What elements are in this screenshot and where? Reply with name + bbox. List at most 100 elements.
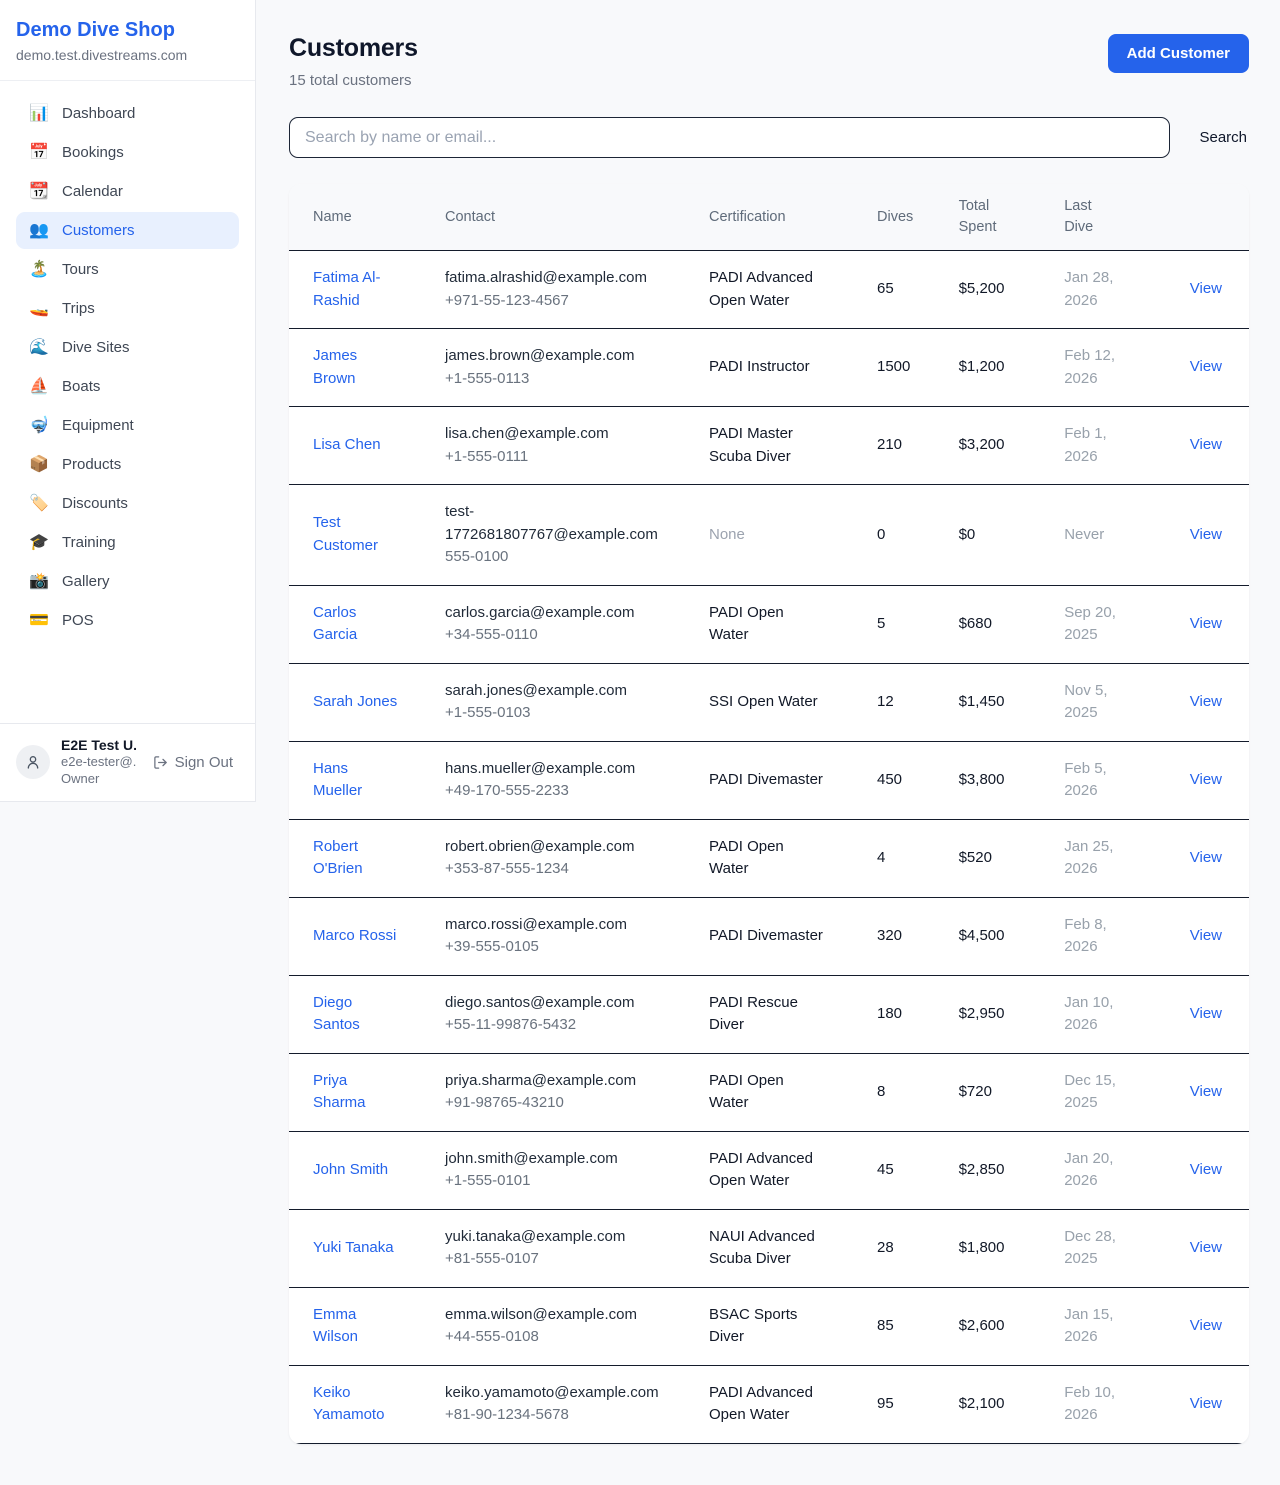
nav-icon: ⛵: [29, 379, 49, 395]
sidebar-item-discounts[interactable]: 🏷️ Discounts: [16, 485, 239, 522]
customer-name-link[interactable]: Test Customer: [313, 512, 399, 557]
user-email: e2e-tester@...: [61, 753, 136, 771]
search-button[interactable]: Search: [1197, 123, 1249, 152]
customer-name-link[interactable]: Keiko Yamamoto: [313, 1382, 399, 1427]
sidebar-item-equipment[interactable]: 🤿 Equipment: [16, 407, 239, 444]
customer-email: priya.sharma@example.com: [445, 1070, 657, 1093]
customer-dives: 95: [865, 1365, 947, 1443]
customer-certification: PADI Advanced Open Water: [709, 267, 825, 312]
customer-total-spent: $5,200: [947, 251, 1053, 329]
customer-certification: PADI Open Water: [709, 836, 825, 881]
view-link[interactable]: View: [1190, 436, 1222, 453]
customer-dives: 450: [865, 741, 947, 819]
shop-name: Demo Dive Shop: [16, 18, 239, 42]
sign-out-button[interactable]: Sign Out: [147, 753, 239, 772]
view-link[interactable]: View: [1190, 1239, 1222, 1256]
customer-last-dive: Dec 15, 2025: [1064, 1070, 1124, 1115]
customer-email: sarah.jones@example.com: [445, 680, 657, 703]
customer-name-link[interactable]: Carlos Garcia: [313, 602, 399, 647]
customer-total-spent: $3,800: [947, 741, 1053, 819]
customer-name-link[interactable]: Hans Mueller: [313, 758, 399, 803]
view-link[interactable]: View: [1190, 1395, 1222, 1412]
sidebar-item-tours[interactable]: 🏝️ Tours: [16, 251, 239, 288]
sidebar-item-training[interactable]: 🎓 Training: [16, 524, 239, 561]
search-input[interactable]: [289, 117, 1170, 158]
customer-last-dive: Nov 5, 2025: [1064, 680, 1124, 725]
nav-icon: 📸: [29, 574, 49, 590]
view-link[interactable]: View: [1190, 1161, 1222, 1178]
customer-name-link[interactable]: Marco Rossi: [313, 925, 396, 948]
customer-email: john.smith@example.com: [445, 1148, 657, 1171]
nav-icon: 🏝️: [29, 262, 49, 278]
customer-name-link[interactable]: Sarah Jones: [313, 691, 397, 714]
customer-last-dive: Jan 28, 2026: [1064, 267, 1124, 312]
add-customer-button[interactable]: Add Customer: [1108, 34, 1249, 73]
customer-name-link[interactable]: Lisa Chen: [313, 434, 381, 457]
view-link[interactable]: View: [1190, 693, 1222, 710]
user-section: E2E Test U... e2e-tester@... Owner Sign …: [0, 723, 255, 801]
view-link[interactable]: View: [1190, 358, 1222, 375]
user-info: E2E Test U... e2e-tester@... Owner: [61, 737, 136, 788]
customer-phone: +1-555-0111: [445, 446, 685, 469]
nav-icon: 📊: [29, 106, 49, 122]
table-row: Hans Mueller hans.mueller@example.com +4…: [289, 741, 1249, 819]
customer-name-link[interactable]: John Smith: [313, 1159, 388, 1182]
table-row: Yuki Tanaka yuki.tanaka@example.com +81-…: [289, 1209, 1249, 1287]
page-header: Customers 15 total customers Add Custome…: [289, 34, 1249, 89]
customer-certification: None: [709, 524, 745, 547]
customer-name-link[interactable]: Priya Sharma: [313, 1070, 399, 1115]
customer-dives: 1500: [865, 329, 947, 407]
customer-total-spent: $3,200: [947, 407, 1053, 485]
view-link[interactable]: View: [1190, 771, 1222, 788]
customer-certification: NAUI Advanced Scuba Diver: [709, 1226, 825, 1271]
sidebar-item-customers[interactable]: 👥 Customers: [16, 212, 239, 249]
view-link[interactable]: View: [1190, 280, 1222, 297]
customer-last-dive: Jan 10, 2026: [1064, 992, 1124, 1037]
sidebar-item-products[interactable]: 📦 Products: [16, 446, 239, 483]
view-link[interactable]: View: [1190, 615, 1222, 632]
sidebar-item-bookings[interactable]: 📅 Bookings: [16, 134, 239, 171]
view-link[interactable]: View: [1190, 1317, 1222, 1334]
customer-phone: +91-98765-43210: [445, 1092, 685, 1115]
customer-total-spent: $720: [947, 1053, 1053, 1131]
view-link[interactable]: View: [1190, 1005, 1222, 1022]
table-row: Test Customer test-1772681807767@example…: [289, 485, 1249, 586]
customer-email: james.brown@example.com: [445, 345, 657, 368]
table-row: Marco Rossi marco.rossi@example.com +39-…: [289, 897, 1249, 975]
customer-name-link[interactable]: Diego Santos: [313, 992, 399, 1037]
customer-name-link[interactable]: Yuki Tanaka: [313, 1237, 394, 1260]
table-row: Fatima Al-Rashid fatima.alrashid@example…: [289, 251, 1249, 329]
view-link[interactable]: View: [1190, 526, 1222, 543]
customer-total-spent: $1,200: [947, 329, 1053, 407]
view-link[interactable]: View: [1190, 927, 1222, 944]
customer-name-link[interactable]: Emma Wilson: [313, 1304, 399, 1349]
column-header-last-dive: Last Dive: [1052, 184, 1162, 251]
customer-email: test-1772681807767@example.com: [445, 501, 657, 546]
customer-name-link[interactable]: Robert O'Brien: [313, 836, 399, 881]
sidebar-item-boats[interactable]: ⛵ Boats: [16, 368, 239, 405]
view-link[interactable]: View: [1190, 849, 1222, 866]
sidebar-item-calendar[interactable]: 📆 Calendar: [16, 173, 239, 210]
customer-email: carlos.garcia@example.com: [445, 602, 657, 625]
customer-dives: 85: [865, 1287, 947, 1365]
customer-phone: +39-555-0105: [445, 936, 685, 959]
customer-total-spent: $0: [947, 485, 1053, 586]
sidebar-item-gallery[interactable]: 📸 Gallery: [16, 563, 239, 600]
customer-phone: +81-555-0107: [445, 1248, 685, 1271]
customers-table-card: Name Contact Certification Dives Total S…: [289, 184, 1249, 1444]
table-row: Keiko Yamamoto keiko.yamamoto@example.co…: [289, 1365, 1249, 1443]
customer-name-link[interactable]: James Brown: [313, 345, 399, 390]
nav-label: Training: [62, 534, 116, 551]
customer-last-dive: Sep 20, 2025: [1064, 602, 1124, 647]
customer-total-spent: $1,800: [947, 1209, 1053, 1287]
customer-name-link[interactable]: Fatima Al-Rashid: [313, 267, 399, 312]
customer-certification: PADI Advanced Open Water: [709, 1148, 825, 1193]
customer-last-dive: Feb 12, 2026: [1064, 345, 1124, 390]
view-link[interactable]: View: [1190, 1083, 1222, 1100]
sidebar-item-pos[interactable]: 💳 POS: [16, 602, 239, 639]
customer-certification: BSAC Sports Diver: [709, 1304, 825, 1349]
sidebar-header: Demo Dive Shop demo.test.divestreams.com: [0, 0, 255, 81]
sidebar-item-trips[interactable]: 🚤 Trips: [16, 290, 239, 327]
sidebar-item-dashboard[interactable]: 📊 Dashboard: [16, 95, 239, 132]
sidebar-item-dive-sites[interactable]: 🌊 Dive Sites: [16, 329, 239, 366]
